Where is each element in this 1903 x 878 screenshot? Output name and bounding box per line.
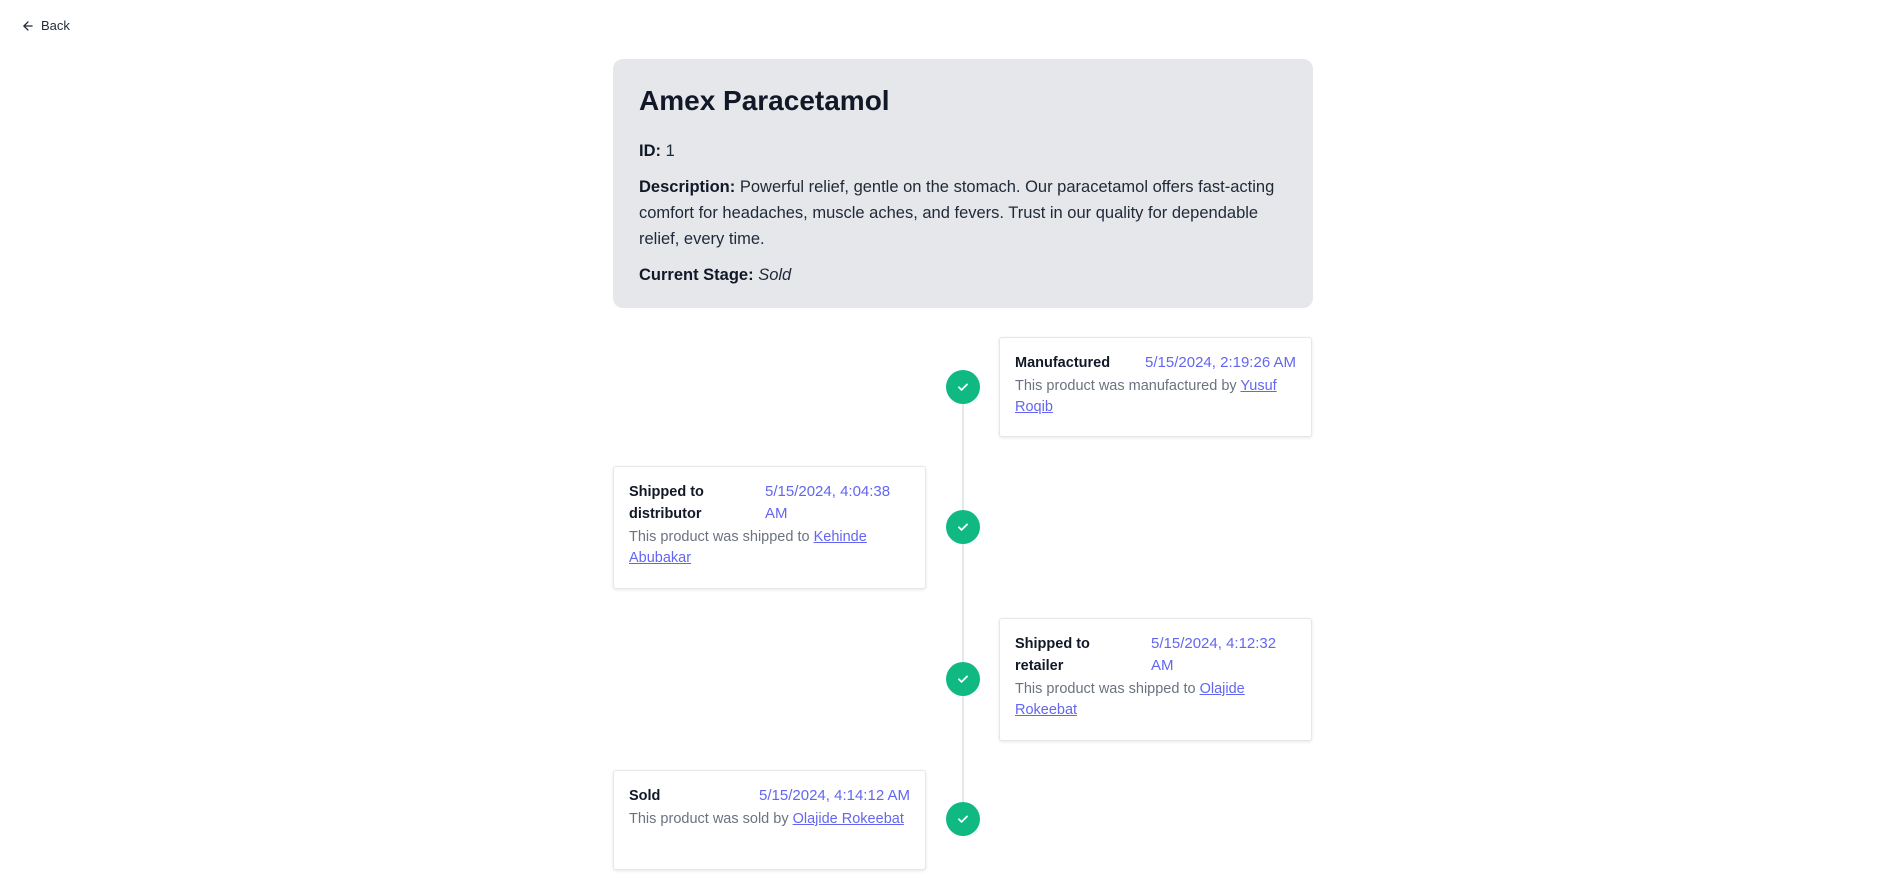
event-description-text: This product was shipped to [629, 529, 810, 545]
timeline-event-sold: Sold 5/15/2024, 4:14:12 AM This product … [613, 770, 926, 870]
product-id: ID: 1 [639, 138, 1287, 164]
event-title: Shipped to distributor [629, 484, 704, 522]
timeline-node-shipped-distributor [946, 510, 980, 544]
check-icon [958, 383, 968, 391]
check-icon [958, 815, 968, 823]
event-description-text: This product was shipped to [1015, 681, 1196, 697]
product-id-value: 1 [665, 141, 675, 160]
product-stage-label: Current Stage: [639, 265, 754, 284]
event-person-link[interactable]: Olajide Rokeebat [793, 811, 904, 827]
event-title: Manufactured [1015, 355, 1111, 371]
event-description: This product was shipped to Kehinde Abub… [629, 527, 910, 569]
product-description-text: Powerful relief, gentle on the stomach. … [639, 177, 1275, 248]
product-stage: Current Stage: Sold [639, 262, 1287, 288]
check-icon [958, 523, 968, 531]
timeline-event-shipped-distributor: Shipped to distributor 5/15/2024, 4:04:3… [613, 466, 926, 589]
event-title: Sold [629, 788, 661, 804]
product-description-label: Description: [639, 177, 736, 196]
timeline-event-shipped-retailer: Shipped to retailer 5/15/2024, 4:12:32 A… [999, 618, 1312, 741]
check-icon [958, 675, 968, 683]
product-stage-value: Sold [758, 265, 792, 284]
timeline-node-manufactured [946, 370, 980, 404]
back-label: Back [41, 18, 70, 33]
event-description: This product was shipped to Olajide Roke… [1015, 679, 1296, 721]
event-description: This product was manufactured by Yusuf R… [1015, 376, 1296, 418]
event-description-text: This product was sold by [629, 811, 789, 827]
product-title: Amex Paracetamol [639, 85, 890, 116]
product-description: Description: Powerful relief, gentle on … [639, 174, 1287, 252]
timeline-node-sold [946, 802, 980, 836]
event-title: Shipped to retailer [1015, 636, 1090, 674]
event-date: 5/15/2024, 2:19:26 AM [1145, 354, 1296, 371]
event-date: 5/15/2024, 4:12:32 AM [1151, 635, 1277, 674]
event-description-text: This product was manufactured by [1015, 378, 1237, 394]
event-date: 5/15/2024, 4:14:12 AM [759, 787, 910, 804]
product-card: Amex Paracetamol ID: 1 Description: Powe… [613, 59, 1313, 308]
arrow-left-icon [23, 20, 33, 31]
event-date: 5/15/2024, 4:04:38 AM [765, 483, 891, 522]
product-id-label: ID: [639, 141, 661, 160]
event-description: This product was sold by Olajide Rokeeba… [629, 809, 910, 830]
timeline-line [962, 388, 964, 820]
back-link[interactable]: Back [21, 18, 70, 33]
timeline-event-manufactured: Manufactured 5/15/2024, 2:19:26 AM This … [999, 337, 1312, 437]
timeline-node-shipped-retailer [946, 662, 980, 696]
